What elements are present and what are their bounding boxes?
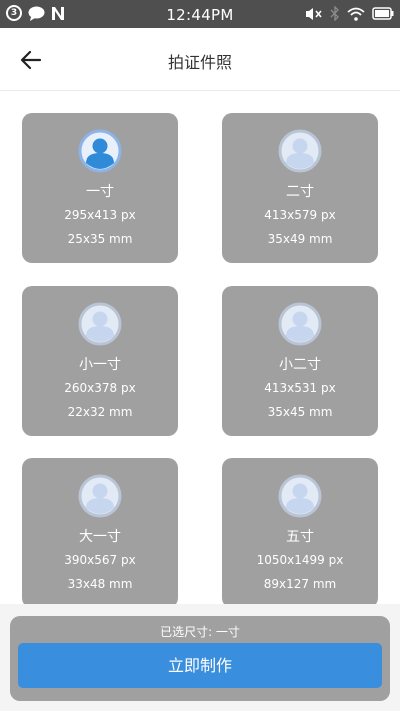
size-mm: 22x32 mm — [67, 405, 133, 419]
size-px: 1050x1499 px — [256, 553, 344, 567]
avatar-icon — [78, 474, 122, 518]
size-px: 295x413 px — [64, 208, 136, 222]
size-px: 390x567 px — [64, 553, 136, 567]
size-px: 413x579 px — [264, 208, 336, 222]
avatar-selected-icon — [78, 129, 122, 173]
battery-icon — [372, 7, 394, 20]
wifi-icon — [347, 7, 365, 21]
status-bar-right — [305, 6, 394, 21]
size-px: 413x531 px — [264, 381, 336, 395]
size-mm: 35x45 mm — [267, 405, 333, 419]
size-card-6[interactable]: 五寸 1050x1499 px 89x127 mm — [222, 458, 378, 608]
size-mm: 33x48 mm — [67, 577, 133, 591]
size-card-3[interactable]: 小一寸 260x378 px 22x32 mm — [22, 286, 178, 436]
size-mm: 89x127 mm — [263, 577, 337, 591]
size-mm: 25x35 mm — [67, 232, 133, 246]
status-bar: 3 12:44PM — [0, 0, 400, 28]
avatar-icon — [78, 302, 122, 346]
avatar-icon — [278, 474, 322, 518]
size-name: 二寸 — [286, 184, 314, 200]
page-title: 拍证件照 — [167, 53, 232, 72]
size-px: 260x378 px — [64, 381, 136, 395]
size-name: 小一寸 — [79, 357, 121, 373]
size-mm: 35x49 mm — [267, 232, 333, 246]
size-card-2[interactable]: 二寸 413x579 px 35x49 mm — [222, 113, 378, 263]
bottom-bar: 已选尺寸: 一寸 立即制作 — [0, 604, 400, 711]
bluetooth-icon — [330, 6, 340, 21]
size-name: 五寸 — [286, 529, 314, 545]
mute-icon — [305, 7, 323, 21]
size-name: 大一寸 — [79, 529, 121, 545]
size-card-5[interactable]: 大一寸 390x567 px 33x48 mm — [22, 458, 178, 608]
size-name: 小二寸 — [279, 357, 321, 373]
size-card-1[interactable]: 一寸 295x413 px 25x35 mm — [22, 113, 178, 263]
selected-size-text: 已选尺寸: 一寸 — [160, 625, 240, 639]
avatar-icon — [278, 302, 322, 346]
app-header: 拍证件照 — [0, 28, 400, 91]
selection-panel: 已选尺寸: 一寸 立即制作 — [10, 616, 390, 701]
size-card-4[interactable]: 小二寸 413x531 px 35x45 mm — [222, 286, 378, 436]
avatar-icon — [278, 129, 322, 173]
size-name: 一寸 — [86, 184, 114, 200]
make-now-button[interactable]: 立即制作 — [18, 643, 382, 688]
